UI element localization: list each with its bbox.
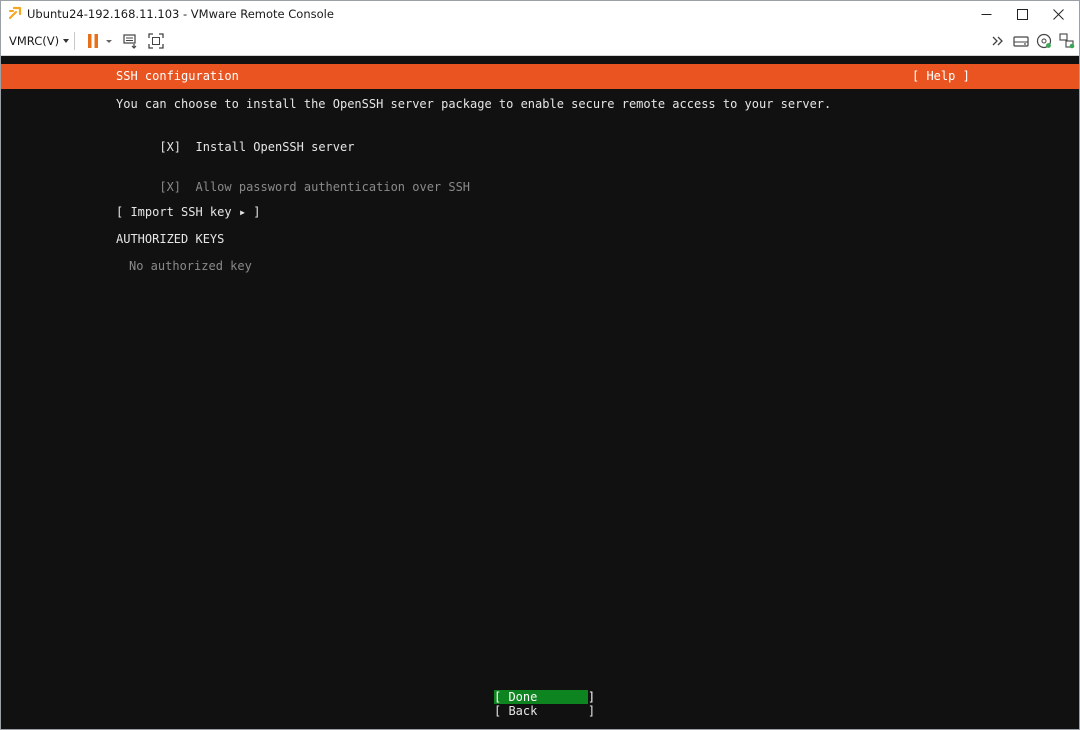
- minimize-button[interactable]: [969, 1, 1003, 27]
- vmware-logo-icon: [8, 6, 22, 20]
- chevron-down-icon: [63, 38, 70, 43]
- cd-button[interactable]: [1034, 31, 1054, 51]
- network-icon: [1059, 33, 1075, 49]
- fullscreen-icon: [148, 33, 164, 49]
- vmrc-menu-label: VMRC(V): [9, 34, 60, 48]
- more-toolbar-button[interactable]: [989, 31, 1007, 51]
- installer-header: SSH configuration [ Help ]: [1, 64, 1079, 89]
- minimize-icon: [981, 13, 991, 15]
- done-button[interactable]: [ Done ]: [494, 690, 595, 704]
- checkbox-label: Allow password authentication over SSH: [195, 180, 471, 194]
- back-button[interactable]: [ Back ]: [494, 704, 595, 718]
- maximize-icon: [1016, 8, 1028, 20]
- vmrc-menu-button[interactable]: VMRC(V): [9, 27, 70, 55]
- network-button[interactable]: [1057, 31, 1077, 51]
- pause-icon: [88, 34, 112, 48]
- ssh-description: You can choose to install the OpenSSH se…: [116, 97, 832, 111]
- send-keys-icon: [123, 34, 137, 49]
- window-title: Ubuntu24-192.168.11.103 - VMware Remote …: [27, 7, 334, 21]
- close-icon: [1052, 8, 1064, 20]
- maximize-button[interactable]: [1005, 1, 1039, 27]
- cd-icon: [1036, 33, 1052, 49]
- drive-button[interactable]: [1011, 31, 1031, 51]
- toolbar-divider: [74, 32, 75, 50]
- vmrc-window: Ubuntu24-192.168.11.103 - VMware Remote …: [0, 0, 1080, 730]
- title-bar: Ubuntu24-192.168.11.103 - VMware Remote …: [1, 1, 1079, 27]
- toolbar: VMRC(V): [1, 27, 1079, 56]
- more-icon: [992, 36, 1003, 46]
- checkbox-mark: [X]: [159, 140, 182, 154]
- import-ssh-key-button[interactable]: [ Import SSH key ▸ ]: [116, 204, 261, 220]
- pause-button[interactable]: [85, 31, 115, 51]
- vm-console[interactable]: SSH configuration [ Help ] You can choos…: [1, 56, 1079, 729]
- checkbox-mark: [X]: [159, 180, 182, 194]
- help-button[interactable]: [ Help ]: [912, 64, 970, 89]
- close-button[interactable]: [1041, 1, 1075, 27]
- screen-title: SSH configuration: [116, 69, 239, 83]
- checkbox-label: Install OpenSSH server: [195, 140, 355, 154]
- send-keys-button[interactable]: [121, 31, 141, 51]
- fullscreen-button[interactable]: [146, 31, 166, 51]
- no-keys-message: No authorized key: [129, 259, 252, 273]
- authorized-keys-heading: AUTHORIZED KEYS: [116, 232, 225, 246]
- drive-icon: [1013, 36, 1029, 47]
